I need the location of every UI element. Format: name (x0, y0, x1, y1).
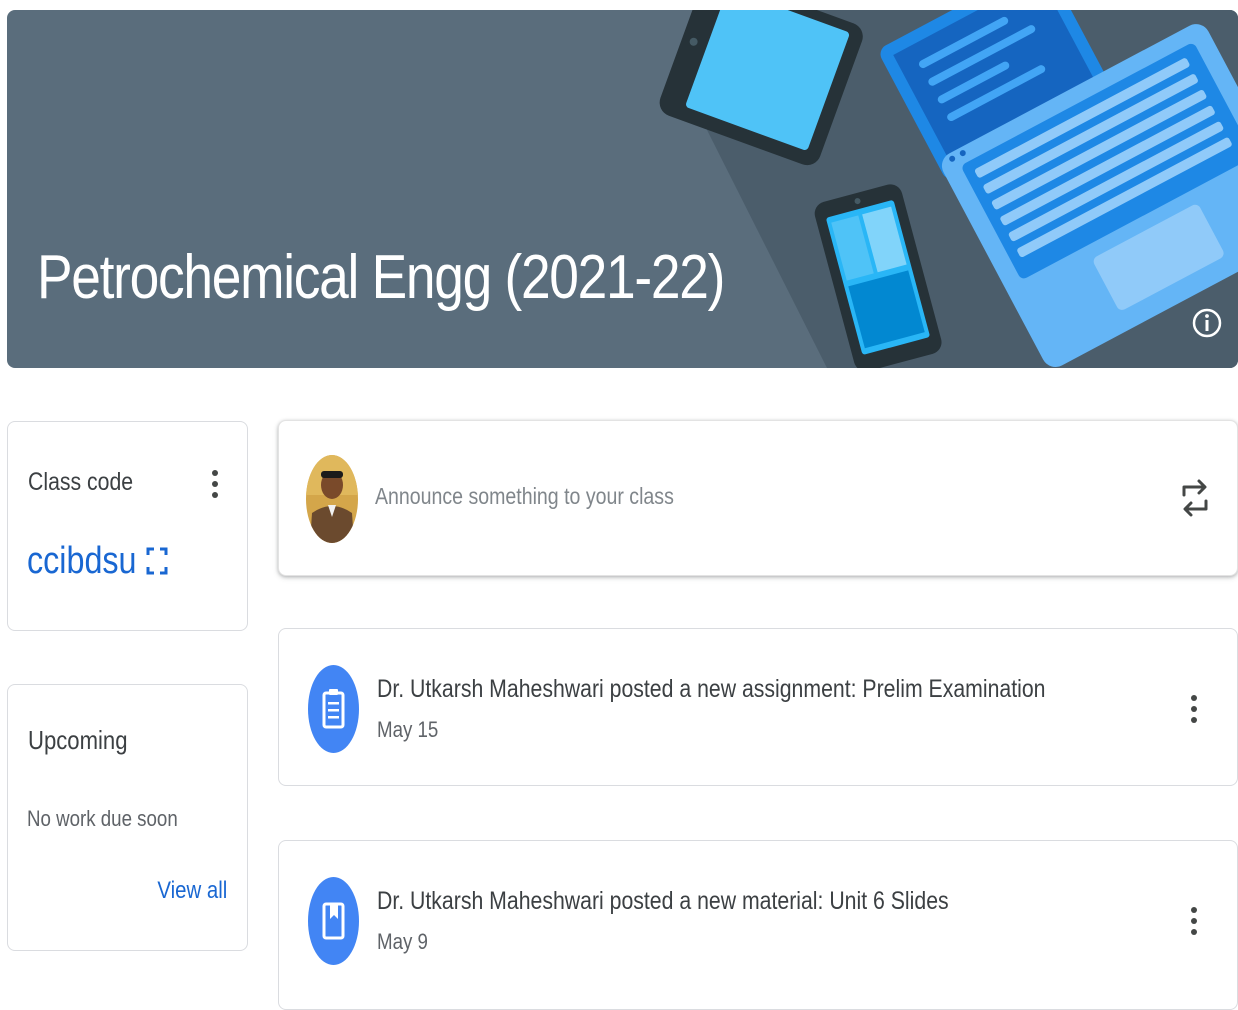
repost-icon[interactable] (1180, 475, 1210, 521)
stream-item-title[interactable]: Dr. Utkarsh Maheshwari posted a new mate… (377, 887, 949, 916)
stream-item-assignment[interactable]: Dr. Utkarsh Maheshwari posted a new assi… (278, 628, 1238, 786)
info-icon[interactable] (1190, 306, 1224, 340)
upcoming-title: Upcoming (28, 725, 128, 755)
upcoming-empty-text: No work due soon (27, 806, 178, 831)
assignment-icon (308, 665, 359, 753)
more-vert-icon[interactable] (1179, 687, 1209, 731)
banner-illustration (659, 10, 1238, 368)
announce-input[interactable]: Announce something to your class (375, 483, 674, 510)
fullscreen-icon[interactable] (146, 546, 168, 576)
stream-item-date: May 15 (377, 717, 439, 742)
view-all-link[interactable]: View all (157, 877, 227, 905)
material-book-icon (308, 877, 359, 965)
upcoming-card: Upcoming No work due soon View all (7, 684, 248, 951)
announce-card[interactable]: Announce something to your class (278, 420, 1238, 576)
more-vert-icon[interactable] (200, 462, 230, 506)
class-code-label: Class code (28, 468, 134, 496)
avatar (306, 455, 358, 543)
more-vert-icon[interactable] (1179, 899, 1209, 943)
class-code-value: ccibdsu (27, 540, 137, 582)
stream-item-date: May 9 (377, 929, 428, 954)
class-banner: Petrochemical Engg (2021-22) (7, 10, 1238, 368)
class-title: Petrochemical Engg (2021-22) (37, 243, 725, 312)
stream-item-title[interactable]: Dr. Utkarsh Maheshwari posted a new assi… (377, 675, 1045, 704)
stream-item-material[interactable]: Dr. Utkarsh Maheshwari posted a new mate… (278, 840, 1238, 1010)
class-code-card: Class code ccibdsu (7, 421, 248, 631)
